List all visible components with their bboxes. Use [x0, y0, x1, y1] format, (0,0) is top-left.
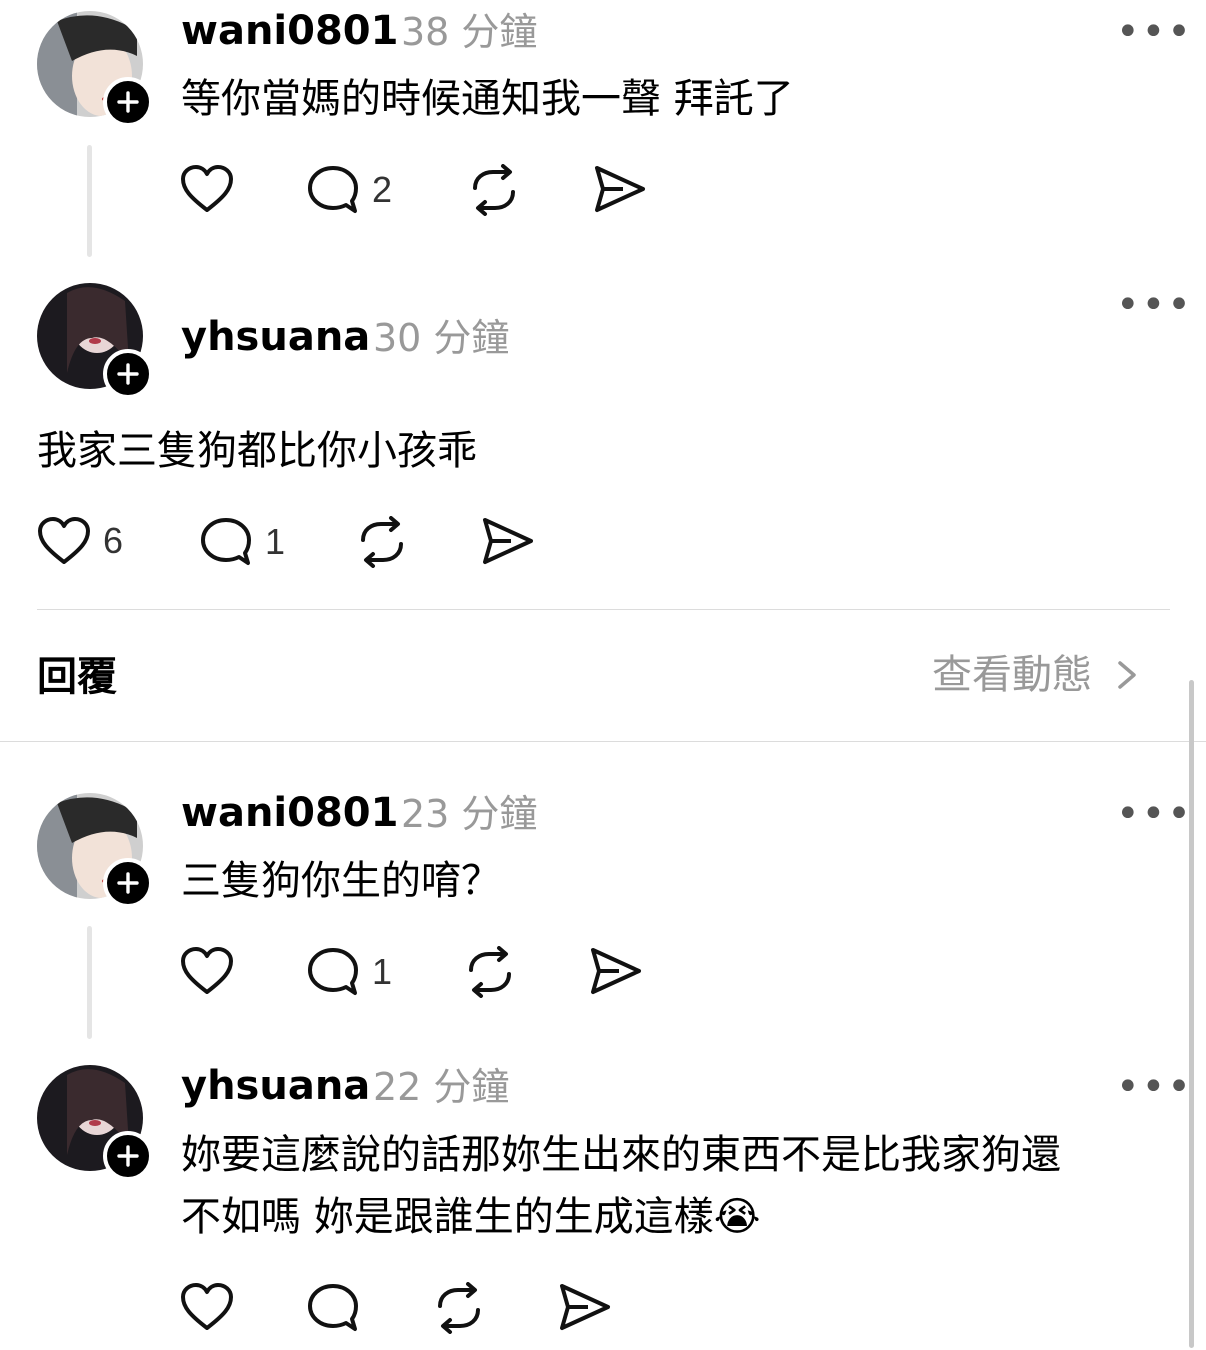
heart-icon: [38, 517, 90, 564]
repost-button[interactable]: [355, 516, 409, 568]
comment-button[interactable]: 2: [306, 164, 392, 216]
chevron-right-icon: [1118, 661, 1136, 689]
reply-count: 2: [372, 169, 393, 210]
timestamp: 22 分鐘: [373, 1065, 510, 1109]
heart-icon: [181, 947, 233, 994]
repost-button[interactable]: [467, 164, 521, 216]
more-options-button[interactable]: •••: [1116, 794, 1193, 834]
comment-text-line: 不如嗎 妳是跟誰生的生成這樣😭: [181, 1194, 761, 1240]
send-icon: [483, 518, 533, 564]
comment-text: 三隻狗你生的唷？: [181, 858, 501, 904]
repost-icon: [469, 946, 511, 998]
replies-heading: 回覆: [37, 654, 117, 700]
share-button[interactable]: [558, 1282, 612, 1332]
like-button[interactable]: [180, 946, 234, 996]
repost-icon: [473, 164, 515, 216]
send-icon: [595, 166, 645, 212]
share-button[interactable]: [589, 946, 643, 996]
like-count: 6: [103, 520, 124, 561]
comment-bubble-icon: [308, 1284, 358, 1331]
send-icon: [560, 1284, 610, 1330]
timestamp: 30 分鐘: [373, 316, 510, 360]
comment-bubble-icon: [308, 166, 358, 213]
like-button[interactable]: [180, 1282, 234, 1332]
comment-button[interactable]: 1: [199, 516, 285, 568]
plus-icon: [117, 363, 139, 385]
scrollbar[interactable]: [1189, 680, 1194, 1348]
follow-button[interactable]: [103, 77, 153, 127]
username[interactable]: wani0801: [181, 11, 398, 51]
timestamp: 23 分鐘: [401, 792, 538, 836]
comment-text: 等你當媽的時候通知我一聲 拜託了: [181, 76, 794, 122]
username[interactable]: yhsuana: [181, 1066, 370, 1106]
follow-button[interactable]: [103, 858, 153, 908]
view-activity-label: 查看動態: [932, 652, 1092, 698]
heart-icon: [181, 1283, 233, 1330]
repost-icon: [438, 1282, 480, 1334]
like-button[interactable]: [180, 164, 234, 214]
repost-button[interactable]: [463, 946, 517, 998]
comment-bubble-icon: [201, 518, 251, 565]
send-icon: [591, 948, 641, 994]
more-options-button[interactable]: •••: [1116, 285, 1193, 325]
repost-button[interactable]: [432, 1282, 486, 1334]
comment-text-line: 妳要這麼說的話那妳生出來的東西不是比我家狗還: [181, 1132, 1061, 1178]
divider: [37, 609, 1170, 610]
username[interactable]: yhsuana: [181, 317, 370, 357]
plus-icon: [117, 872, 139, 894]
username[interactable]: wani0801: [181, 793, 398, 833]
reply-count: 1: [265, 521, 286, 562]
more-options-button[interactable]: •••: [1116, 1067, 1193, 1107]
heart-icon: [181, 165, 233, 212]
thread-line: [87, 145, 92, 257]
more-options-button[interactable]: •••: [1116, 12, 1193, 52]
comment-button[interactable]: [306, 1282, 360, 1334]
share-button[interactable]: [593, 164, 647, 214]
comment-text: 我家三隻狗都比你小孩乖: [37, 428, 477, 474]
divider: [0, 741, 1206, 742]
comment-bubble-icon: [308, 948, 358, 995]
share-button[interactable]: [481, 516, 535, 566]
timestamp: 38 分鐘: [401, 10, 538, 54]
plus-icon: [117, 1145, 139, 1167]
repost-icon: [361, 516, 403, 568]
view-activity-link[interactable]: 查看動態: [932, 655, 1146, 695]
thread-line: [87, 926, 92, 1039]
reply-count: 1: [372, 951, 393, 992]
like-button[interactable]: 6: [37, 516, 123, 566]
follow-button[interactable]: [103, 349, 153, 399]
plus-icon: [117, 91, 139, 113]
comment-button[interactable]: 1: [306, 946, 392, 998]
follow-button[interactable]: [103, 1131, 153, 1181]
